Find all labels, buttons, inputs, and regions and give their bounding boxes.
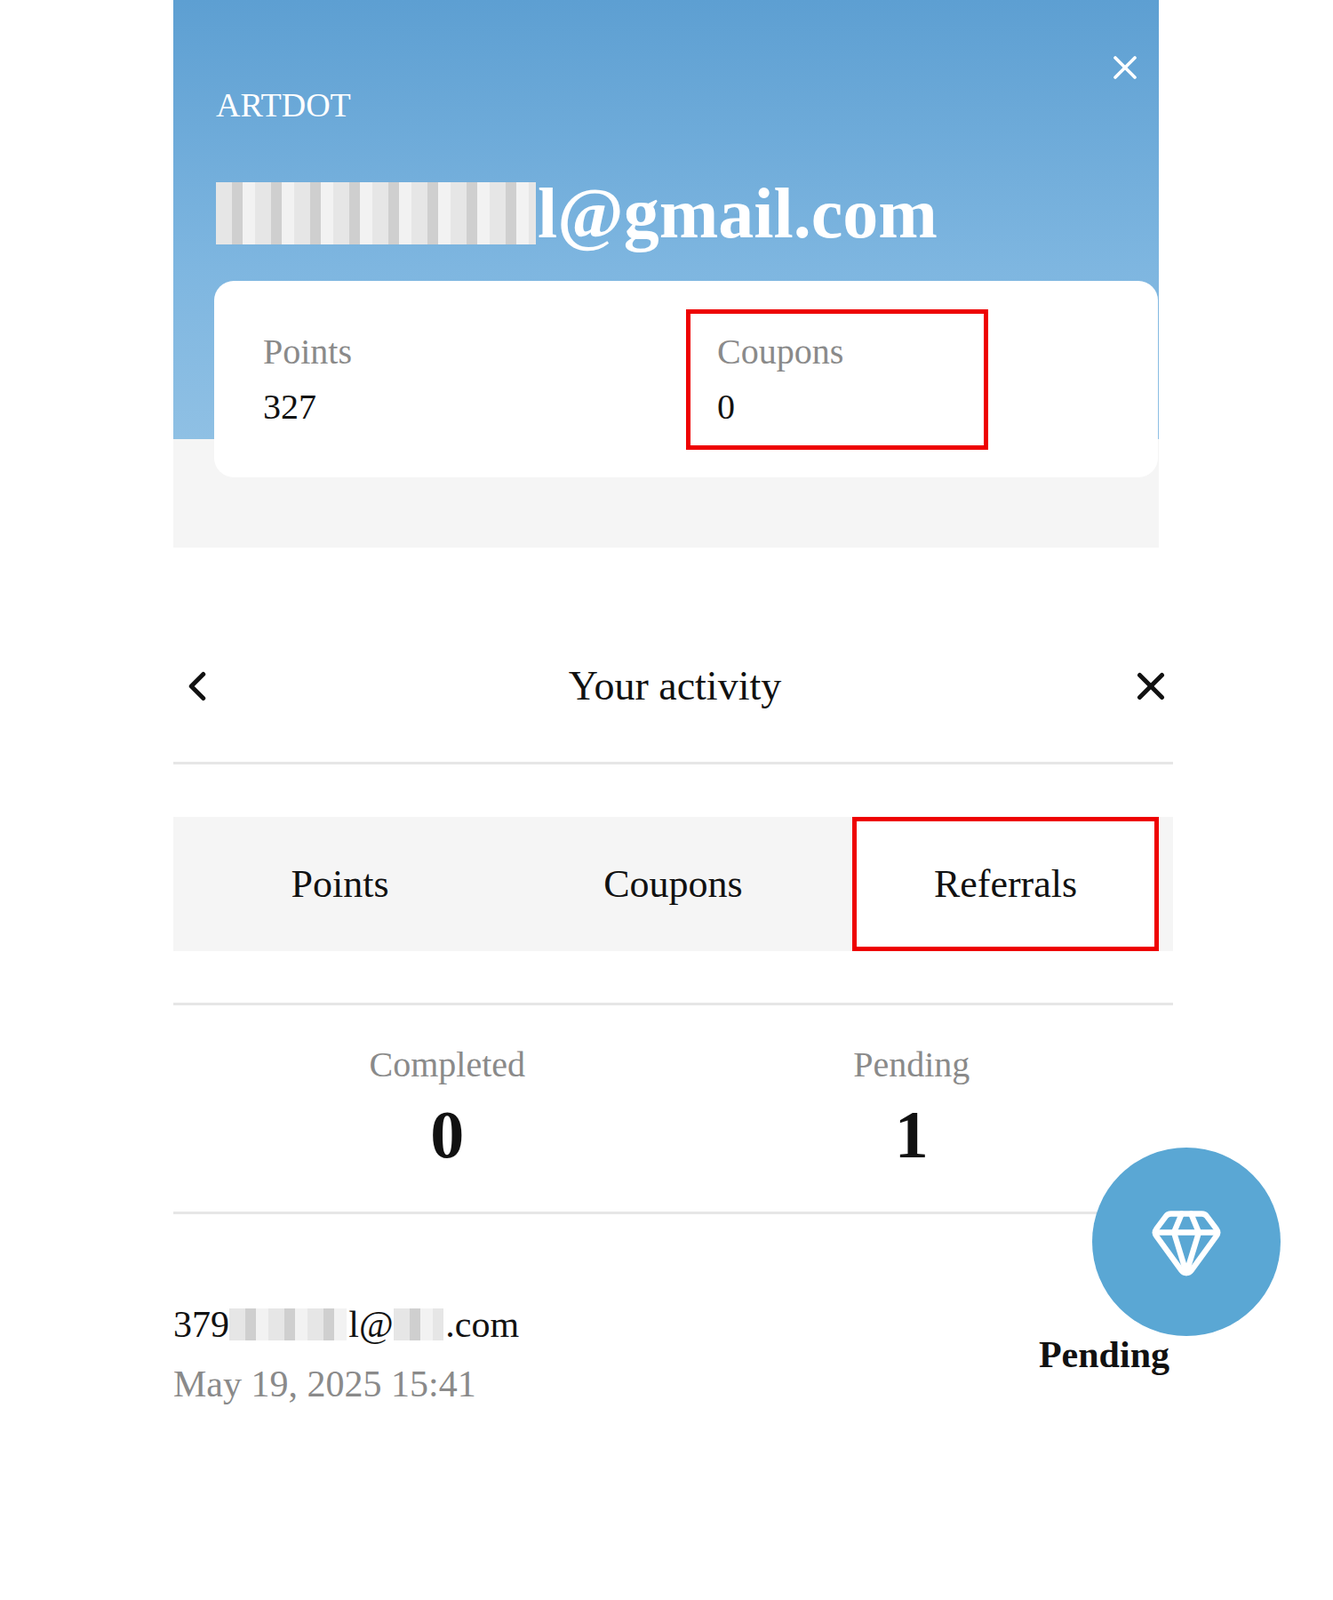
activity-panel: Your activity PointsCouponsReferrals Compl…	[173, 547, 1174, 1406]
diamond-icon	[1149, 1204, 1224, 1279]
redacted-block	[393, 1308, 445, 1341]
account-email: l@gmail.com	[215, 170, 1159, 256]
redacted-block	[215, 182, 536, 245]
summary-label: Points	[263, 331, 503, 373]
tab[interactable]: Points	[173, 829, 507, 939]
stat: Pending 1	[679, 1044, 1145, 1173]
panel-header: Your activity	[173, 610, 1174, 765]
tab[interactable]: Referrals	[852, 816, 1159, 951]
stat-value: 0	[430, 1095, 464, 1173]
stat-label: Pending	[853, 1044, 970, 1086]
tab[interactable]: Coupons	[506, 829, 840, 939]
summary-item: Points 327	[231, 309, 535, 450]
summary-value: 327	[263, 386, 503, 428]
summary-card: Points 327 Coupons 0	[214, 280, 1158, 478]
page: ARTDOTl@gmail.comPoints327Coupons0Your a…	[0, 0, 1333, 1600]
divider	[173, 1002, 1174, 1006]
referral-info: 379l@.com May 19, 2025 15:41	[173, 1302, 519, 1406]
close-icon[interactable]	[1105, 47, 1145, 88]
panel-title: Your activity	[568, 662, 782, 711]
profile-header: ARTDOT l@gmail.com Points 327 Coupons 0	[173, 0, 1159, 548]
referral-row: 379l@.com May 19, 2025 15:41 Pending	[173, 1302, 1174, 1406]
stat: Completed 0	[215, 1044, 680, 1173]
summary-label: Coupons	[717, 331, 958, 373]
summary-value: 0	[717, 386, 958, 428]
rewards-button[interactable]	[1092, 1147, 1281, 1336]
back-icon[interactable]	[173, 662, 222, 711]
email-text: l@gmail.com	[215, 170, 1159, 256]
referral-date: May 19, 2025 15:41	[173, 1361, 519, 1406]
brand: ARTDOT	[215, 85, 1159, 125]
divider	[173, 1211, 1174, 1214]
email-text: 379l@.com	[173, 1302, 519, 1346]
summary-item: Coupons 0	[686, 309, 989, 450]
stat-label: Completed	[368, 1044, 526, 1086]
referral-status: Pending	[1038, 1333, 1170, 1376]
redacted-block	[229, 1308, 347, 1341]
stat-value: 1	[894, 1095, 929, 1173]
tab-strip: PointsCouponsReferrals	[173, 816, 1174, 951]
close-icon[interactable]	[1128, 663, 1174, 709]
referral-stats: Completed 0 Pending 1	[173, 1005, 1174, 1212]
